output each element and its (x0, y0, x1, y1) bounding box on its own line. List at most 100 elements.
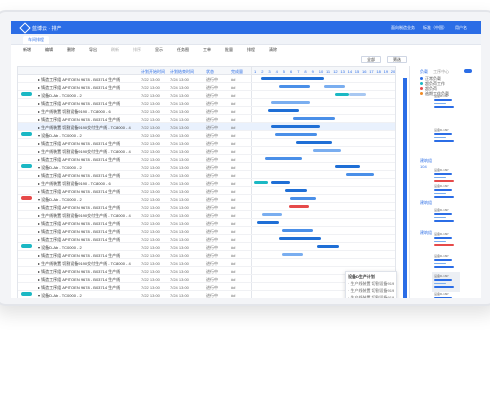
gantt-bar[interactable] (282, 253, 303, 256)
gantt-bar[interactable] (335, 93, 350, 96)
logo-icon (19, 22, 31, 34)
table-row[interactable]: ▸ 铸造工序组 APITOEN 9678 - B03714 生产线 7/22 13… (18, 203, 395, 211)
load-mini-chart[interactable]: 设备D-16P (434, 94, 458, 110)
table-row[interactable]: ▸ 生产线装置 切割设备9190 - TC8000 - 6 7/22 13:00 7… (18, 179, 395, 187)
table-row[interactable]: ▾ 设备D-Ab - TC0000 - 2 7/22 13:00 7/24 13:0… (18, 131, 395, 139)
load-mini-chart[interactable]: 设备D-16P (434, 232, 458, 248)
table-row[interactable]: ▸ 铸造工序组 APITOEN 9678 - B03714 生产线 7/22 13… (18, 235, 395, 243)
table-row[interactable]: ▸ 铸造工序组 APITOEN 9678 - B03714 生产线 7/22 13… (18, 283, 395, 291)
gantt-bar[interactable] (296, 141, 333, 144)
work-center-name: 建筑组 (420, 200, 432, 205)
table-row[interactable]: ▸ 铸造工序组 APITOEN 9678 - B03714 生产线 7/22 13… (18, 275, 395, 283)
table-row[interactable]: ▸ 铸造工序组 APITOEN 9678 - B03714 生产线 7/22 13… (18, 227, 395, 235)
load-mini-chart[interactable]: 设备D-16P (432, 272, 460, 292)
row-start: 7/22 13:00 (141, 228, 160, 234)
gantt-bar[interactable] (275, 133, 317, 136)
table-row[interactable]: ▸ 生产线装置 切割设备9190 - TC8000 - 6 7/22 13:00 7… (18, 107, 395, 115)
column-header[interactable]: 计划结束时间 (170, 69, 194, 75)
table-row[interactable]: ▸ 铸造工序组 APITOEN 9678 - B03714 生产线 7/22 13… (18, 139, 395, 147)
gantt-bar[interactable] (293, 117, 336, 120)
load-mini-chart[interactable]: 设备D-16P (434, 208, 458, 224)
gantt-column-header: 4 (275, 68, 278, 74)
gantt-bar[interactable] (265, 157, 302, 160)
table-row[interactable]: ▸ 铸造工序组 APITOEN 9678 - B03714 生产线 7/22 13… (18, 75, 395, 83)
row-status: 进行中 (206, 220, 218, 226)
load-mini-chart[interactable]: 设备D-16P (434, 184, 458, 200)
gantt-bar[interactable] (324, 85, 345, 88)
gantt-bar[interactable] (268, 109, 299, 112)
row-name: ▸ 铸造工序组 APITOEN 9678 - B03714 生产线 (38, 276, 121, 282)
table-row[interactable]: ▸ 铸造工序组 APITOEN 9678 - B03714 生产线 7/22 13… (18, 219, 395, 227)
toolbar-button[interactable]: 清除 (269, 47, 277, 53)
toolbar-button[interactable]: 显示 (155, 47, 163, 53)
row-name: ▸ 铸造工序组 APITOEN 9678 - B03714 生产线 (38, 220, 121, 226)
toolbar-button[interactable]: 批量 (225, 47, 233, 53)
gantt-bar[interactable] (290, 197, 316, 200)
table-row[interactable]: ▸ 铸造工序组 APITOEN 9678 - B03714 生产线 7/22 13… (18, 251, 395, 259)
table-row[interactable]: ▸ 铸造工序组 APITOEN 9678 - B03714 生产线 7/22 13… (18, 155, 395, 163)
gantt-bar[interactable] (270, 181, 291, 184)
toolbar-button[interactable]: 编辑 (45, 47, 53, 53)
gantt-bar[interactable] (289, 205, 309, 208)
toolbar-button[interactable]: 删除 (67, 47, 75, 53)
row-status: 进行中 (206, 92, 218, 98)
table-row[interactable]: ▾ 设备D-Ab - TC0000 - 2 7/22 13:00 7/24 13:0… (18, 195, 395, 203)
table-row[interactable]: ▸ 铸造工序组 APITOEN 9678 - B03714 生产线 7/22 13… (18, 115, 395, 123)
gantt-bar[interactable] (346, 173, 375, 176)
gantt-bar[interactable] (254, 181, 268, 184)
vertical-scrollbar[interactable] (403, 78, 407, 298)
top-bar-item[interactable]: 面向制造业务 (391, 25, 415, 31)
load-mini-chart[interactable]: 设备D-16P (434, 128, 458, 144)
gantt-bar[interactable] (317, 245, 340, 248)
toolbar-button[interactable]: 排程 (247, 47, 255, 53)
gantt-bar[interactable] (261, 77, 324, 80)
column-header[interactable]: 计划开始时间 (141, 69, 165, 75)
load-mini-line (434, 216, 446, 218)
row-name: ▸ 铸造工序组 APITOEN 9678 - B03714 生产线 (38, 252, 121, 258)
row-start: 7/22 13:00 (141, 84, 160, 90)
table-row[interactable]: ▸ 生产线装置 切割设备9190交付生产线 - TC8000 - 4 7/22 1… (18, 211, 395, 219)
toolbar-button[interactable]: 排序 (133, 47, 141, 53)
gantt-bar[interactable] (312, 149, 341, 152)
gantt-bar[interactable] (270, 125, 320, 128)
toolbar-button[interactable]: 工单 (203, 47, 211, 53)
column-header[interactable]: 完成量 (231, 69, 243, 75)
load-mini-chart[interactable]: 设备D-16P (434, 254, 458, 270)
toolbar-button[interactable]: 导出 (89, 47, 97, 53)
load-mini-chart[interactable]: 设备D-16P (434, 292, 458, 298)
scrollbar-thumb[interactable] (403, 78, 407, 298)
table-row[interactable]: ▾ 设备D-Ab - TC0000 - 2 7/22 13:00 7/24 13:0… (18, 291, 395, 298)
table-row[interactable]: ▸ 铸造工序组 APITOEN 9678 - B03714 生产线 7/22 13… (18, 267, 395, 275)
gantt-bar[interactable] (349, 93, 366, 96)
gantt-bar[interactable] (335, 165, 361, 168)
gantt-bar[interactable] (282, 229, 313, 232)
tab-schedule[interactable]: 车间排程 (23, 36, 49, 44)
gantt-bar[interactable] (279, 237, 322, 240)
top-bar-item[interactable]: 标准（中国） (423, 25, 447, 31)
sub-toolbar-button[interactable]: 筛选 (387, 56, 407, 63)
table-row[interactable]: ▸ 铸造工序组 APITOEN 9678 - B03714 生产线 7/22 13… (18, 187, 395, 195)
gantt-bar[interactable] (279, 85, 310, 88)
toolbar-button[interactable]: 任务图 (177, 47, 189, 53)
table-row[interactable]: ▸ 生产线装置 切割设备9190交付生产线 - TC8000 - 4 7/22 1… (18, 259, 395, 267)
load-mini-chart[interactable]: 设备D-16P (434, 168, 458, 184)
row-end: 7/24 13:00 (170, 180, 189, 186)
row-start: 7/22 13:00 (141, 92, 160, 98)
row-status: 进行中 (206, 236, 218, 242)
gantt-bar[interactable] (270, 101, 310, 104)
gantt-bar[interactable] (284, 189, 308, 192)
gantt-bar[interactable] (256, 221, 280, 224)
row-end: 7/24 13:00 (170, 236, 189, 242)
column-header[interactable]: 状态 (206, 69, 214, 75)
toolbar-button[interactable]: 新增 (23, 47, 31, 53)
table-row[interactable]: ▸ 铸造工序组 APITOEN 9678 - B03714 生产线 7/22 13… (18, 99, 395, 107)
work-center-label: 建筑组 104 (420, 158, 432, 169)
load-mini-label: 设备D-16P (434, 168, 449, 172)
sub-toolbar-button[interactable]: 全部 (361, 56, 381, 63)
top-bar-item[interactable]: 用户名 (455, 25, 467, 31)
table-row[interactable]: ▸ 铸造工序组 APITOEN 9678 - B03714 生产线 7/22 13… (18, 171, 395, 179)
gantt-bar[interactable] (262, 213, 282, 216)
table-row[interactable]: ▸ 生产线装置 切割设备9190交付生产线 - TC8000 - 4 7/22 1… (18, 123, 395, 131)
toolbar-button[interactable]: 刷新 (111, 47, 119, 53)
load-toggle[interactable] (464, 69, 472, 73)
